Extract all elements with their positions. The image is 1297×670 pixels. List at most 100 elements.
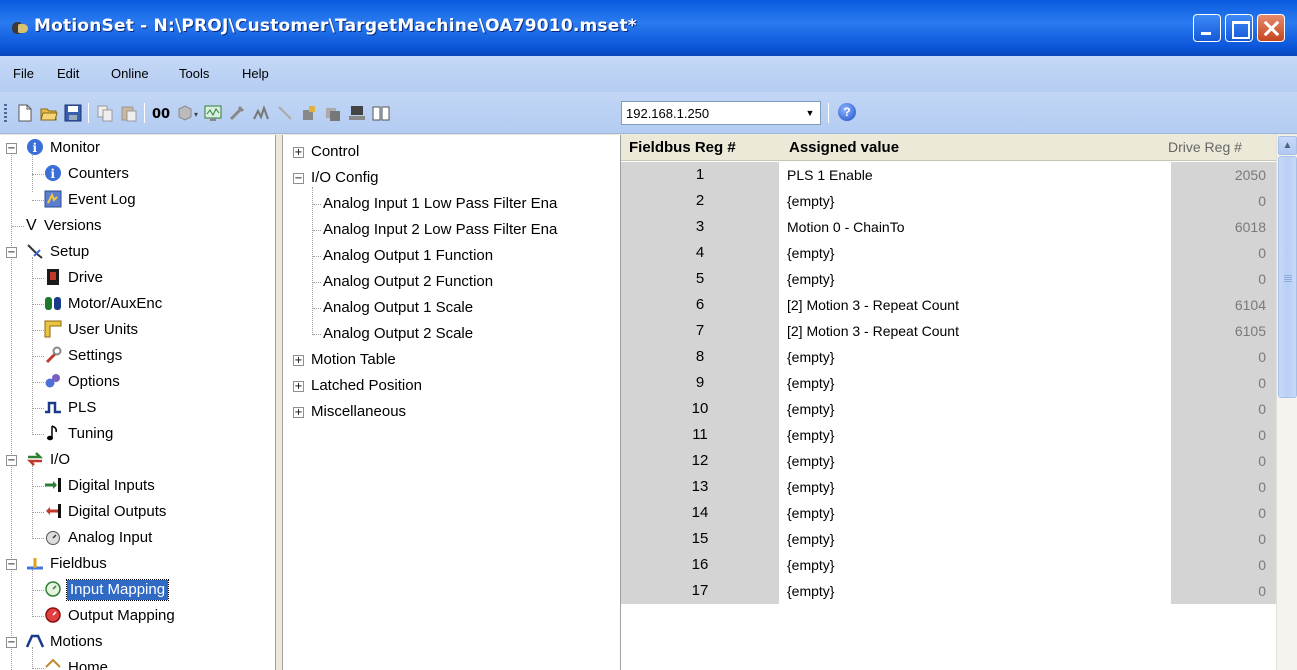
table-row[interactable]: 9 {empty} 0	[621, 370, 1276, 396]
paste-icon[interactable]	[120, 104, 138, 122]
motor-icon	[45, 297, 61, 310]
red-gauge-icon	[45, 607, 61, 623]
table-row[interactable]: 17 {empty} 0	[621, 578, 1276, 604]
expand-toggle[interactable]: +	[293, 147, 304, 158]
table-row[interactable]: 2 {empty} 0	[621, 188, 1276, 214]
assigned-value-cell[interactable]: [2] Motion 3 - Repeat Count	[779, 318, 1171, 344]
fieldbus-reg-cell: 5	[621, 266, 779, 292]
tree-item-label: Motions	[50, 633, 103, 650]
help-icon[interactable]: ?	[838, 103, 856, 121]
tools-icon[interactable]	[228, 104, 246, 122]
collapse-toggle[interactable]: −	[6, 637, 17, 648]
table-row[interactable]: 1 PLS 1 Enable 2050	[621, 162, 1276, 188]
expand-toggle[interactable]: +	[293, 355, 304, 366]
save-icon[interactable]	[64, 104, 82, 122]
assigned-value-cell[interactable]: PLS 1 Enable	[779, 162, 1171, 188]
assigned-value-cell[interactable]: {empty}	[779, 188, 1171, 214]
expand-toggle[interactable]: +	[293, 381, 304, 392]
table-row[interactable]: 11 {empty} 0	[621, 422, 1276, 448]
assigned-value-cell[interactable]: {empty}	[779, 396, 1171, 422]
table-row[interactable]: 13 {empty} 0	[621, 474, 1276, 500]
tree-item-label: Motor/AuxEnc	[68, 295, 163, 312]
connect-dropdown-icon[interactable]: ▾	[194, 110, 198, 119]
maximize-button[interactable]	[1225, 14, 1253, 42]
table-row[interactable]: 8 {empty} 0	[621, 344, 1276, 370]
connect-icon[interactable]	[176, 104, 194, 122]
toolbar-grip[interactable]	[4, 104, 7, 122]
parameter-tree: + Control − I/O Config Analog Input 1 Lo…	[282, 135, 621, 670]
chevron-down-icon[interactable]: ▼	[800, 102, 820, 124]
assigned-value-cell[interactable]: {empty}	[779, 552, 1171, 578]
assigned-value-cell[interactable]: {empty}	[779, 578, 1171, 604]
assigned-value-cell[interactable]: Motion 0 - ChainTo	[779, 214, 1171, 240]
table-row[interactable]: 16 {empty} 0	[621, 552, 1276, 578]
tree-item-label: I/O	[50, 451, 71, 468]
gauge-icon	[46, 531, 60, 545]
collapse-toggle[interactable]: −	[6, 143, 17, 154]
scope-icon[interactable]	[204, 104, 222, 122]
assigned-value-cell[interactable]: {empty}	[779, 448, 1171, 474]
menu-bar: File Edit Online Tools Help	[0, 56, 1297, 92]
copy-icon[interactable]	[96, 104, 114, 122]
collapse-toggle[interactable]: −	[6, 455, 17, 466]
table-row[interactable]: 5 {empty} 0	[621, 266, 1276, 292]
assigned-value-cell[interactable]: {empty}	[779, 240, 1171, 266]
scroll-up-icon[interactable]: ▲	[1278, 136, 1297, 155]
scrollbar-thumb[interactable]	[1278, 156, 1297, 398]
table-row[interactable]: 12 {empty} 0	[621, 448, 1276, 474]
table-row[interactable]: 7 [2] Motion 3 - Repeat Count 6105	[621, 318, 1276, 344]
collapse-toggle[interactable]: −	[6, 247, 17, 258]
minimize-button[interactable]	[1193, 14, 1221, 42]
tree-item-label: Digital Inputs	[68, 477, 155, 494]
vertical-scrollbar[interactable]: ▲	[1276, 135, 1297, 670]
collapse-toggle[interactable]: −	[6, 559, 17, 570]
assigned-value-cell[interactable]: {empty}	[779, 370, 1171, 396]
tree-item-label: Motion Table	[311, 351, 396, 368]
column-header-drive-reg[interactable]: Drive Reg #	[1168, 139, 1242, 155]
upload-icon[interactable]	[324, 104, 342, 122]
column-header-fieldbus-reg[interactable]: Fieldbus Reg #	[629, 139, 736, 156]
io-status-icon[interactable]: 00	[152, 104, 170, 122]
menu-edit[interactable]: Edit	[57, 66, 79, 81]
assigned-value-cell[interactable]: {empty}	[779, 500, 1171, 526]
menu-file[interactable]: File	[13, 66, 34, 81]
probe-icon[interactable]	[276, 104, 294, 122]
assigned-value-cell[interactable]: {empty}	[779, 422, 1171, 448]
table-row[interactable]: 10 {empty} 0	[621, 396, 1276, 422]
menu-tools[interactable]: Tools	[179, 66, 209, 81]
new-file-icon[interactable]	[16, 104, 34, 122]
svg-text:i: i	[51, 167, 56, 181]
assigned-value-cell[interactable]: {empty}	[779, 266, 1171, 292]
tree-item-label: Setup	[50, 243, 90, 260]
assigned-value-cell[interactable]: {empty}	[779, 526, 1171, 552]
menu-online[interactable]: Online	[111, 66, 149, 81]
table-row[interactable]: 15 {empty} 0	[621, 526, 1276, 552]
expand-toggle[interactable]: +	[293, 407, 304, 418]
tree-item-label: Drive	[68, 269, 104, 286]
assigned-value-cell[interactable]: [2] Motion 3 - Repeat Count	[779, 292, 1171, 318]
table-row[interactable]: 6 [2] Motion 3 - Repeat Count 6104	[621, 292, 1276, 318]
signal-icon[interactable]	[252, 104, 270, 122]
collapse-toggle[interactable]: −	[293, 173, 304, 184]
drive-reg-cell: 0	[1171, 500, 1276, 526]
info-icon: i	[45, 165, 61, 181]
assigned-value-cell[interactable]: {empty}	[779, 474, 1171, 500]
menu-help[interactable]: Help	[242, 66, 269, 81]
computer-icon[interactable]	[348, 104, 366, 122]
book-icon[interactable]	[372, 104, 390, 122]
table-row[interactable]: 4 {empty} 0	[621, 240, 1276, 266]
tree-item-label: Input Mapping	[65, 579, 170, 601]
close-button[interactable]	[1257, 14, 1285, 42]
download-icon[interactable]	[300, 104, 318, 122]
tree-connector	[32, 465, 33, 539]
column-header-assigned-value[interactable]: Assigned value	[789, 139, 899, 156]
table-row[interactable]: 14 {empty} 0	[621, 500, 1276, 526]
table-row[interactable]: 3 Motion 0 - ChainTo 6018	[621, 214, 1276, 240]
gears-icon	[45, 374, 60, 388]
open-folder-icon[interactable]	[40, 104, 58, 122]
drive-reg-cell: 0	[1171, 448, 1276, 474]
wrench-icon	[45, 346, 62, 364]
ip-address-combo[interactable]: 192.168.1.250 ▼	[621, 101, 821, 125]
assigned-value-cell[interactable]: {empty}	[779, 344, 1171, 370]
tree-connector	[32, 647, 33, 670]
